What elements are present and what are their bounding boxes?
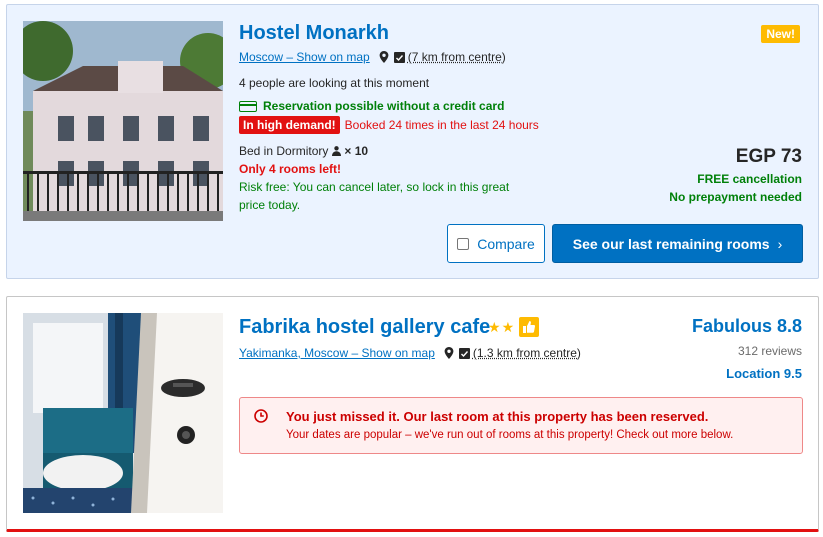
room-type: Bed in Dormitory xyxy=(239,144,329,158)
compare-checkbox[interactable] xyxy=(457,237,470,250)
cta-label: See our last remaining rooms xyxy=(572,235,770,252)
sold-out-alert: You just missed it. Our last room at thi… xyxy=(239,397,803,454)
show-on-map-link[interactable]: Moscow – Show on map xyxy=(239,50,370,64)
viewers-count: 4 people are looking at this moment xyxy=(239,76,430,90)
map-pin-icon xyxy=(379,51,389,63)
clock-icon xyxy=(254,409,268,423)
sold-out-subtitle: Your dates are popular – we've run out o… xyxy=(286,429,734,441)
map-icon xyxy=(458,347,470,359)
high-demand-badge: In high demand! xyxy=(239,116,340,134)
rooms-left: Only 4 rooms left! xyxy=(239,162,342,176)
show-on-map-link[interactable]: Yakimanka, Moscow – Show on map xyxy=(239,346,435,360)
distance-from-centre: (1.3 km from centre) xyxy=(472,346,581,360)
property-card-hostel-monarkh: Hostel Monarkh Moscow – Show on map (7 k… xyxy=(6,4,819,279)
compare-label: Compare xyxy=(477,235,535,252)
review-score-label[interactable]: Fabulous 8.8 xyxy=(692,316,802,337)
property-card-fabrika: Fabrika hostel gallery cafe ★ ★ Yakimank… xyxy=(6,296,819,532)
location-line: Yakimanka, Moscow – Show on map (1.3 km … xyxy=(239,346,581,360)
booked-count-text: Booked 24 times in the last 24 hours xyxy=(344,118,539,132)
no-prepayment: No prepayment needed xyxy=(669,190,802,204)
sold-out-title: You just missed it. Our last room at thi… xyxy=(286,409,709,424)
credit-card-icon xyxy=(239,100,257,112)
demand-row: In high demand! Booked 24 times in the l… xyxy=(239,116,539,134)
review-count: 312 reviews xyxy=(737,344,802,358)
distance-from-centre: (7 km from centre) xyxy=(407,50,506,64)
room-type-row: Bed in Dormitory × 10 xyxy=(239,144,368,158)
person-icon xyxy=(332,146,342,156)
see-remaining-rooms-button[interactable]: See our last remaining rooms › xyxy=(552,224,803,263)
risk-free-text-2: price today. xyxy=(239,198,301,212)
no-credit-card-note: Reservation possible without a credit ca… xyxy=(239,99,504,113)
star-icon: ★ xyxy=(488,318,501,335)
new-badge: New! xyxy=(761,25,800,43)
compare-button[interactable]: Compare xyxy=(447,224,545,263)
star-icon: ★ xyxy=(501,318,515,335)
occupancy: × 10 xyxy=(344,144,369,158)
property-name[interactable]: Hostel Monarkh xyxy=(239,22,389,45)
chevron-right-icon: › xyxy=(777,235,783,252)
star-rating: ★ ★ xyxy=(488,317,540,337)
no-credit-card-text: Reservation possible without a credit ca… xyxy=(263,99,505,113)
location-line: Moscow – Show on map (7 km from centre) xyxy=(239,50,506,64)
property-photo[interactable] xyxy=(23,21,223,221)
property-name[interactable]: Fabrika hostel gallery cafe xyxy=(239,316,490,339)
thumbs-up-icon xyxy=(519,317,540,337)
free-cancellation: FREE cancellation xyxy=(697,172,802,186)
map-icon xyxy=(393,51,405,63)
property-photo[interactable] xyxy=(23,313,223,513)
risk-free-text: Risk free: You can cancel later, so lock… xyxy=(239,180,510,194)
price: EGP 73 xyxy=(735,146,802,167)
location-score: Location 9.5 xyxy=(726,366,802,381)
map-pin-icon xyxy=(444,347,454,359)
